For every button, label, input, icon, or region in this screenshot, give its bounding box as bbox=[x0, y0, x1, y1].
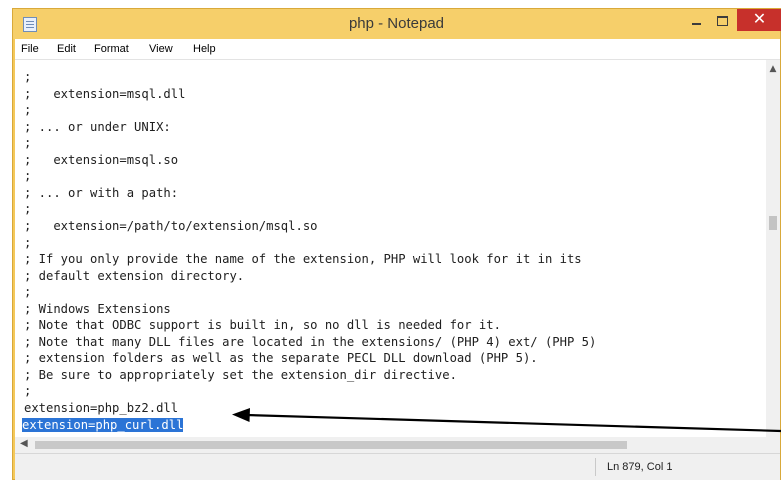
text-line[interactable]: ; ... or under UNIX: bbox=[24, 119, 171, 135]
vertical-scroll-thumb[interactable] bbox=[769, 216, 777, 230]
close-icon: ✕ bbox=[752, 11, 767, 28]
text-line[interactable]: ; bbox=[24, 135, 31, 151]
minimize-button[interactable] bbox=[683, 9, 709, 31]
menu-edit[interactable]: Edit bbox=[57, 39, 76, 59]
menu-view[interactable]: View bbox=[149, 39, 173, 59]
status-divider bbox=[595, 458, 596, 476]
text-editor[interactable]: ;; extension=msql.dll;; ... or under UNI… bbox=[15, 60, 766, 437]
text-line[interactable]: ; default extension directory. bbox=[24, 268, 244, 284]
cursor-position: Ln 879, Col 1 bbox=[607, 461, 673, 473]
text-line[interactable]: ; bbox=[24, 69, 31, 85]
maximize-button[interactable] bbox=[709, 9, 735, 31]
menu-file[interactable]: File bbox=[21, 39, 39, 59]
text-line[interactable]: ; bbox=[24, 201, 31, 217]
text-line[interactable]: ; Note that many DLL files are located i… bbox=[24, 334, 596, 350]
notepad-window: php - Notepad ✕ File Edit Format View He… bbox=[12, 8, 781, 480]
window-title: php - Notepad bbox=[348, 15, 445, 32]
text-line[interactable]: ; bbox=[24, 102, 31, 118]
maximize-icon bbox=[716, 16, 728, 27]
text-line[interactable]: ; extension=msql.dll bbox=[24, 86, 185, 102]
text-line[interactable]: ; bbox=[24, 168, 31, 184]
text-line[interactable]: ; extension=/path/to/extension/msql.so bbox=[24, 218, 318, 234]
menu-format[interactable]: Format bbox=[94, 39, 129, 59]
text-line[interactable]: ; bbox=[24, 383, 31, 399]
menu-bar: File Edit Format View Help bbox=[15, 39, 780, 60]
text-line[interactable]: extension=php_bz2.dll bbox=[24, 400, 178, 416]
selected-text[interactable]: extension=php_curl.dll bbox=[22, 417, 184, 432]
text-line[interactable]: extension=php_curl.dll bbox=[22, 417, 184, 433]
menu-help[interactable]: Help bbox=[193, 39, 216, 59]
text-line[interactable]: ; extension=msql.so bbox=[24, 152, 178, 168]
text-line[interactable]: ; bbox=[24, 235, 31, 251]
text-line[interactable]: ; extension folders as well as the separ… bbox=[24, 350, 538, 366]
text-line[interactable]: ; ... or with a path: bbox=[24, 185, 178, 201]
horizontal-scrollbar[interactable]: ◀ bbox=[15, 437, 766, 453]
vertical-scrollbar[interactable]: ▲ bbox=[766, 60, 780, 437]
text-line[interactable]: ; Be sure to appropriately set the exten… bbox=[24, 367, 457, 383]
scroll-up-icon[interactable]: ▲ bbox=[766, 64, 780, 74]
close-button[interactable]: ✕ bbox=[737, 9, 781, 31]
minimize-icon bbox=[691, 23, 701, 26]
text-line[interactable]: ; bbox=[24, 284, 31, 300]
text-line[interactable]: ; Windows Extensions bbox=[24, 301, 171, 317]
scroll-left-icon[interactable]: ◀ bbox=[20, 438, 28, 449]
horizontal-scroll-thumb[interactable] bbox=[35, 441, 627, 449]
status-bar: Ln 879, Col 1 bbox=[15, 453, 780, 480]
text-line[interactable]: ; Note that ODBC support is built in, so… bbox=[24, 317, 501, 333]
scrollbar-corner bbox=[766, 437, 780, 453]
text-line[interactable]: ; If you only provide the name of the ex… bbox=[24, 251, 582, 267]
title-bar[interactable]: php - Notepad ✕ bbox=[13, 9, 781, 39]
